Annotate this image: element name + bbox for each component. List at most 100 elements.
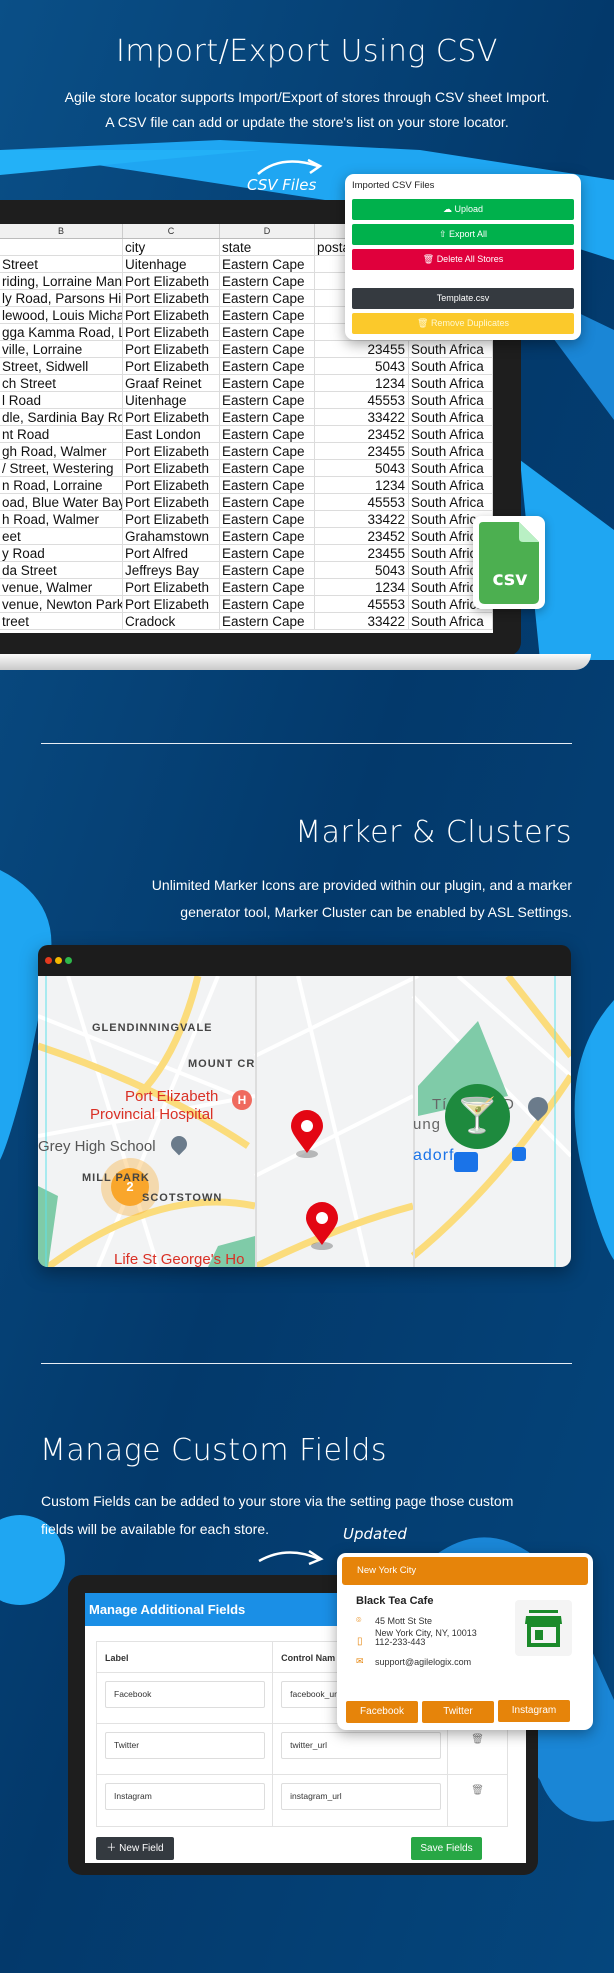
label-input[interactable]: Instagram: [105, 1783, 265, 1810]
cell[interactable]: oad, Blue Water Bay: [0, 494, 123, 510]
cell[interactable]: South Africa: [409, 426, 493, 442]
instagram-button[interactable]: Instagram: [498, 1700, 570, 1722]
cell[interactable]: Port Elizabeth: [123, 596, 220, 612]
control-name-input[interactable]: twitter_url: [281, 1732, 442, 1759]
cell[interactable]: riding, Lorraine Man: [0, 273, 123, 289]
cell[interactable]: Port Elizabeth: [123, 443, 220, 459]
cell[interactable]: 5043: [315, 562, 409, 578]
cell[interactable]: Eastern Cape: [220, 443, 315, 459]
cell[interactable]: h Road, Walmer: [0, 511, 123, 527]
cell[interactable]: 23455: [315, 545, 409, 561]
cell[interactable]: Eastern Cape: [220, 579, 315, 595]
window-minimize-dot[interactable]: [55, 957, 62, 964]
cell[interactable]: venue, Walmer: [0, 579, 123, 595]
cell[interactable]: 5043: [315, 358, 409, 374]
window-close-dot[interactable]: [45, 957, 52, 964]
cell[interactable]: Eastern Cape: [220, 477, 315, 493]
cell[interactable]: Port Elizabeth: [123, 460, 220, 476]
cell[interactable]: South Africa: [409, 409, 493, 425]
cell[interactable]: Eastern Cape: [220, 273, 315, 289]
cell[interactable]: Uitenhage: [123, 256, 220, 272]
cell[interactable]: Port Alfred: [123, 545, 220, 561]
cell[interactable]: Street, Sidwell: [0, 358, 123, 374]
cell[interactable]: 23452: [315, 528, 409, 544]
red-marker-icon[interactable]: [289, 1109, 325, 1159]
cell[interactable]: Eastern Cape: [220, 375, 315, 391]
cell[interactable]: South Africa: [409, 392, 493, 408]
cell[interactable]: 1234: [315, 579, 409, 595]
cell[interactable]: nt Road: [0, 426, 123, 442]
store-email[interactable]: support@agilelogix.com: [375, 1657, 471, 1667]
cluster-marker[interactable]: 2: [101, 1158, 159, 1216]
cell[interactable]: y Road: [0, 545, 123, 561]
column-letter[interactable]: B: [0, 224, 123, 238]
cocktail-marker-icon[interactable]: 🍸: [445, 1084, 510, 1149]
remove-duplicates-button[interactable]: 🗑 Remove Duplicates: [352, 313, 574, 334]
cell[interactable]: dle, Sardinia Bay Ro: [0, 409, 123, 425]
cell[interactable]: 23452: [315, 426, 409, 442]
save-fields-button[interactable]: Save Fields: [411, 1837, 482, 1860]
cell[interactable]: Eastern Cape: [220, 528, 315, 544]
control-name-input[interactable]: instagram_url: [281, 1783, 442, 1810]
column-letter[interactable]: C: [123, 224, 220, 238]
cell[interactable]: / Street, Westering: [0, 460, 123, 476]
cell[interactable]: Eastern Cape: [220, 358, 315, 374]
cell[interactable]: Eastern Cape: [220, 426, 315, 442]
cell[interactable]: 45553: [315, 494, 409, 510]
cell[interactable]: gga Kamma Road, L: [0, 324, 123, 340]
cell[interactable]: city: [123, 239, 220, 255]
new-field-button[interactable]: ＋ New Field: [96, 1837, 174, 1860]
cell[interactable]: Port Elizabeth: [123, 324, 220, 340]
cell[interactable]: ville, Lorraine: [0, 341, 123, 357]
cell[interactable]: Eastern Cape: [220, 341, 315, 357]
cell[interactable]: Eastern Cape: [220, 562, 315, 578]
cell[interactable]: 33422: [315, 511, 409, 527]
cell[interactable]: l Road: [0, 392, 123, 408]
cell[interactable]: ly Road, Parsons Hi: [0, 290, 123, 306]
cell[interactable]: Eastern Cape: [220, 324, 315, 340]
twitter-button[interactable]: Twitter: [422, 1701, 494, 1723]
cell[interactable]: Eastern Cape: [220, 409, 315, 425]
cell[interactable]: Eastern Cape: [220, 494, 315, 510]
cell[interactable]: 45553: [315, 392, 409, 408]
cell[interactable]: [0, 239, 123, 255]
cell[interactable]: South Africa: [409, 358, 493, 374]
delete-all-stores-button[interactable]: 🗑 Delete All Stores: [352, 249, 574, 270]
cell[interactable]: lewood, Louis Micha: [0, 307, 123, 323]
cell[interactable]: Eastern Cape: [220, 511, 315, 527]
cell[interactable]: Eastern Cape: [220, 290, 315, 306]
cell[interactable]: Port Elizabeth: [123, 494, 220, 510]
cell[interactable]: Port Elizabeth: [123, 358, 220, 374]
cell[interactable]: Port Elizabeth: [123, 290, 220, 306]
cell[interactable]: Port Elizabeth: [123, 273, 220, 289]
cell[interactable]: Eastern Cape: [220, 392, 315, 408]
cell[interactable]: Port Elizabeth: [123, 409, 220, 425]
cell[interactable]: Cradock: [123, 613, 220, 629]
template-csv-button[interactable]: Template.csv: [352, 288, 574, 309]
cell[interactable]: n Road, Lorraine: [0, 477, 123, 493]
cell[interactable]: Grahamstown: [123, 528, 220, 544]
column-letter[interactable]: D: [220, 224, 315, 238]
cell[interactable]: 33422: [315, 409, 409, 425]
cell[interactable]: ch Street: [0, 375, 123, 391]
cell[interactable]: South Africa: [409, 460, 493, 476]
cell[interactable]: 1234: [315, 375, 409, 391]
cell[interactable]: Eastern Cape: [220, 545, 315, 561]
facebook-button[interactable]: Facebook: [346, 1701, 418, 1723]
cell[interactable]: South Africa: [409, 375, 493, 391]
cell[interactable]: Eastern Cape: [220, 256, 315, 272]
cell[interactable]: South Africa: [409, 341, 493, 357]
cell[interactable]: East London: [123, 426, 220, 442]
cell[interactable]: 45553: [315, 596, 409, 612]
label-input[interactable]: Twitter: [105, 1732, 265, 1759]
cell[interactable]: Eastern Cape: [220, 613, 315, 629]
cell[interactable]: Port Elizabeth: [123, 477, 220, 493]
cell[interactable]: Port Elizabeth: [123, 511, 220, 527]
cell[interactable]: Eastern Cape: [220, 307, 315, 323]
upload-button[interactable]: ☁ Upload: [352, 199, 574, 220]
cell[interactable]: 23455: [315, 341, 409, 357]
cell[interactable]: South Africa: [409, 477, 493, 493]
cell[interactable]: 23455: [315, 443, 409, 459]
cell[interactable]: 33422: [315, 613, 409, 629]
red-marker-icon[interactable]: [304, 1201, 340, 1251]
